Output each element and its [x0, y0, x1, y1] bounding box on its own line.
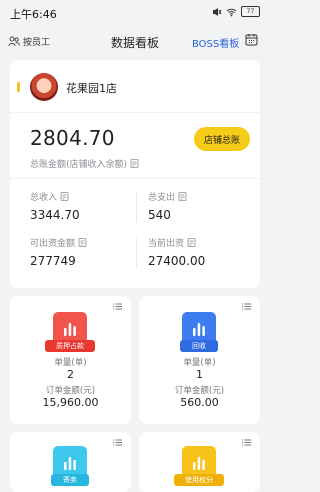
battery-icon: 77 — [241, 6, 260, 17]
count-label: 单量(单) — [183, 358, 216, 368]
list-icon[interactable] — [242, 439, 251, 446]
divider — [10, 178, 260, 179]
recycle-badge-icon: 回收 — [180, 312, 218, 352]
stat-total-income-label: 总收入 — [30, 190, 69, 203]
bar-chart-icon — [64, 323, 76, 336]
divider — [10, 112, 260, 113]
business-card-recycle[interactable]: 回收 单量(单) 1 订单金额(元) 560.00 — [139, 296, 260, 424]
store-avatar — [30, 73, 58, 101]
store-ledger-button[interactable]: 店铺总账 — [194, 127, 250, 151]
document-icon[interactable] — [187, 238, 196, 247]
business-card-consign[interactable]: 寄卖 — [10, 432, 131, 492]
stat-total-expense-label: 总支出 — [148, 190, 187, 203]
count-label: 单量(单) — [54, 358, 87, 368]
stat-total-expense-value: 540 — [148, 208, 171, 222]
document-icon[interactable] — [178, 192, 187, 201]
boss-board-link[interactable]: BOSS看板 — [192, 35, 239, 50]
amount-label: 订单金额(元) — [174, 386, 225, 396]
pledge-badge-icon: 质押占款 — [45, 312, 95, 352]
document-icon[interactable] — [60, 192, 69, 201]
list-icon[interactable] — [113, 303, 122, 310]
stat-current-funding-value: 27400.00 — [148, 254, 206, 268]
usage-right-badge-icon: 使用权分 — [174, 446, 224, 486]
stat-current-funding-label: 当前出资 — [148, 236, 196, 249]
stat-fundable-label: 可出资金额 — [30, 236, 87, 249]
bar-chart-icon — [193, 323, 205, 336]
list-icon[interactable] — [113, 439, 122, 446]
battery-level: 77 — [246, 8, 255, 15]
badge-label: 回收 — [180, 340, 218, 352]
store-summary-card: 花果园1店 2804.70 总账金额(店铺收入余额) 店铺总账 总收入 3344… — [10, 60, 260, 288]
status-time: 上午6:46 — [10, 8, 57, 21]
store-name: 花果园1店 — [66, 82, 117, 95]
stat-total-income-value: 3344.70 — [30, 208, 80, 222]
document-icon[interactable] — [78, 238, 87, 247]
wifi-icon — [226, 8, 237, 16]
calendar-icon[interactable] — [245, 33, 258, 46]
business-card-usage-right[interactable]: 使用权分 — [139, 432, 260, 492]
vertical-divider — [136, 192, 137, 222]
status-icons: 77 — [212, 6, 260, 17]
total-amount-label: 总账金额(店铺收入余额) — [30, 160, 128, 170]
count-value: 1 — [196, 368, 203, 381]
vertical-divider — [136, 238, 137, 268]
stat-label: 可出资金额 — [30, 239, 76, 249]
mute-icon — [213, 7, 222, 16]
count-value: 2 — [67, 368, 74, 381]
badge-label: 质押占款 — [45, 340, 95, 352]
badge-label: 使用权分 — [174, 474, 224, 486]
top-header: 按员工 数据看板 BOSS看板 — [0, 28, 270, 56]
business-card-pledge[interactable]: 质押占款 单量(单) 2 订单金额(元) 15,960.00 — [10, 296, 131, 424]
total-amount: 2804.70 — [30, 126, 115, 150]
stat-label: 当前出资 — [148, 239, 185, 249]
stat-label: 总支出 — [148, 193, 176, 203]
document-icon[interactable] — [130, 159, 139, 168]
amount-value: 15,960.00 — [42, 396, 99, 409]
stat-label: 总收入 — [30, 193, 58, 203]
total-amount-caption: 总账金额(店铺收入余额) — [30, 157, 139, 170]
badge-label: 寄卖 — [51, 474, 89, 486]
amount-label: 订单金额(元) — [45, 386, 96, 396]
consign-badge-icon: 寄卖 — [51, 446, 89, 486]
bar-chart-icon — [193, 457, 205, 470]
store-accent-bar — [17, 82, 20, 92]
stat-fundable-value: 277749 — [30, 254, 76, 268]
status-bar: 上午6:46 77 — [0, 0, 270, 26]
bar-chart-icon — [64, 457, 76, 470]
list-icon[interactable] — [242, 303, 251, 310]
amount-value: 560.00 — [180, 396, 219, 409]
